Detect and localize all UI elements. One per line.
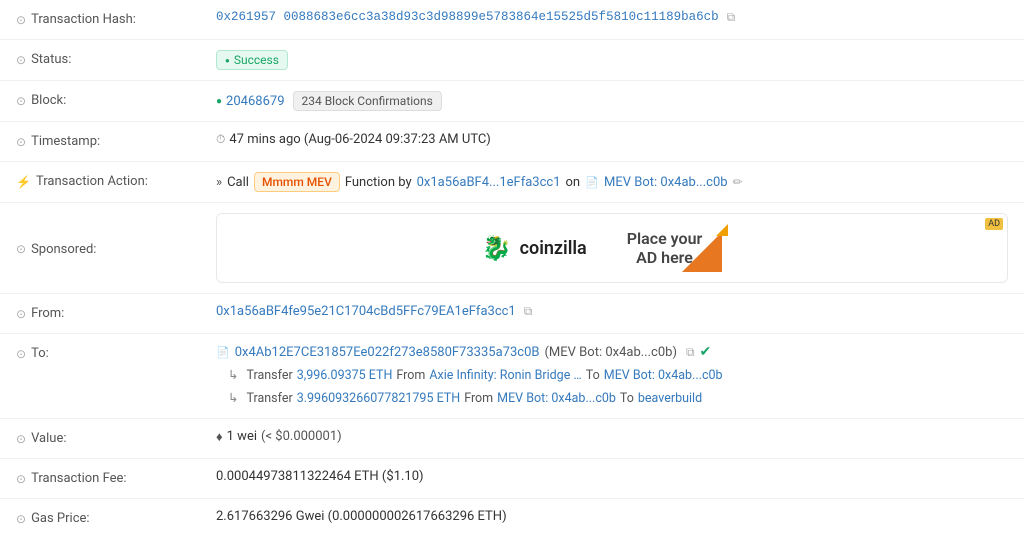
to-value: 📄 0x4Ab12E7CE31857Ee022f273e8580F73335a7…	[216, 344, 1008, 406]
hash-text: 0x261957 0088683e6cc3a38d93c3d98899e5783…	[216, 10, 719, 24]
info-icon-to: ⊙	[16, 347, 26, 361]
action-value: » Call Mmmm MEV Function by 0x1a56aBF4..…	[216, 172, 1008, 192]
block-row: ⊙ Block: 20468679 234 Block Confirmation…	[0, 81, 1024, 122]
edit-icon[interactable]: ✏	[733, 175, 743, 189]
to-label: ⊙ To:	[16, 344, 216, 361]
coin-emoji: 🐉	[482, 234, 512, 262]
info-icon-gas: ⊙	[16, 512, 26, 526]
info-icon: ⊙	[16, 13, 26, 27]
info-icon-val: ⊙	[16, 432, 26, 446]
timestamp-label: ⊙ Timestamp:	[16, 132, 216, 149]
eth-icon: ♦	[216, 429, 223, 445]
transfer1-line: ↳ Transfer 3,996.09375 ETH From Axie Inf…	[216, 367, 1008, 383]
fee-row: ⊙ Transaction Fee: 0.00044973811322464 E…	[0, 459, 1024, 499]
transfer2-line: ↳ Transfer 3.996093266077821795 ETH From…	[216, 390, 1008, 406]
transfer2-to-label: To	[620, 391, 634, 406]
gas-price-text: 2.617663296 Gwei (0.000000002617663296 E…	[216, 509, 507, 524]
transfer2-from-label: From	[464, 391, 493, 406]
from-value: 0x1a56aBF4fe95e21C1704cBd5FFc79EA1eFfa3c…	[216, 304, 1008, 319]
status-label: ⊙ Status:	[16, 50, 216, 67]
fee-value: 0.00044973811322464 ETH ($1.10)	[216, 469, 1008, 484]
from-address-link[interactable]: 0x1a56aBF4fe95e21C1704cBd5FFc79EA1eFfa3c…	[216, 304, 516, 319]
timestamp-text: 47 mins ago (Aug-06-2024 09:37:23 AM UTC…	[229, 132, 490, 147]
value-label: ⊙ Value:	[16, 429, 216, 446]
status-badge: Success	[216, 50, 288, 70]
block-label: ⊙ Block:	[16, 91, 216, 108]
confirmations-badge: 234 Block Confirmations	[293, 91, 442, 111]
copy-from-icon[interactable]: ⧉	[524, 304, 533, 319]
info-icon-fee: ⊙	[16, 472, 26, 486]
mev-badge: Mmmm MEV	[254, 172, 340, 192]
ad-corner-badge: AD	[985, 218, 1003, 230]
function-text: Function by	[345, 175, 412, 190]
info-icon-sp: ⊙	[16, 242, 26, 256]
mev-label: (MEV Bot: 0x4ab...c0b)	[544, 345, 676, 360]
clock-icon: ⏱	[216, 132, 225, 147]
value-row: ⊙ Value: ♦ 1 wei (< $0.000001)	[0, 419, 1024, 459]
brand-text: coinzilla	[520, 238, 587, 259]
transfer2-from-link[interactable]: MEV Bot: 0x4ab...c0b	[497, 391, 616, 406]
transfer2-prefix: Transfer	[246, 391, 292, 406]
transfer2-arrow: ↳	[228, 390, 238, 406]
to-address-link[interactable]: 0x4Ab12E7CE31857Ee022f273e8580F73335a73c…	[235, 345, 540, 360]
action-label: ⚡ Transaction Action:	[16, 172, 216, 189]
action-label-text: Transaction Action:	[36, 174, 148, 189]
transaction-hash-row: ⊙ Transaction Hash: 0x261957 0088683e6cc…	[0, 0, 1024, 40]
from-row: ⊙ From: 0x1a56aBF4fe95e21C1704cBd5FFc79E…	[0, 294, 1024, 334]
fee-text: 0.00044973811322464 ETH ($1.10)	[216, 469, 424, 484]
verified-icon: ✔	[700, 344, 712, 360]
transfer1-amount[interactable]: 3,996.09375 ETH	[297, 368, 393, 383]
transfer1-prefix: Transfer	[246, 368, 292, 383]
block-number-link[interactable]: 20468679	[216, 94, 285, 109]
info-icon-block: ⊙	[16, 94, 26, 108]
transfer1-arrow: ↳	[228, 367, 238, 383]
action-arrow: »	[216, 175, 222, 190]
status-row: ⊙ Status: Success	[0, 40, 1024, 81]
info-icon-ts: ⊙	[16, 135, 26, 149]
from-label: ⊙ From:	[16, 304, 216, 321]
transfer2-to-link[interactable]: beaverbuild	[638, 391, 702, 406]
lightning-icon: ⚡	[16, 175, 31, 189]
contract-icon: 📄	[216, 346, 230, 359]
action-call-text: Call	[227, 175, 249, 190]
gas-price-value: 2.617663296 Gwei (0.000000002617663296 E…	[216, 509, 1008, 524]
block-value: 20468679 234 Block Confirmations	[216, 91, 1008, 111]
to-row: ⊙ To: 📄 0x4Ab12E7CE31857Ee022f273e8580F7…	[0, 334, 1024, 419]
value-amount: 1 wei	[227, 429, 257, 444]
copy-hash-icon[interactable]: ⧉	[727, 10, 736, 25]
transfer1-to-link[interactable]: MEV Bot: 0x4ab...c0b	[604, 368, 723, 383]
transfer2-amount[interactable]: 3.996093266077821795 ETH	[297, 391, 460, 406]
sponsored-value[interactable]: 🐉 coinzilla Place your AD here AD	[216, 213, 1008, 283]
copy-to-icon[interactable]: ⧉	[686, 345, 695, 360]
value-usd: (< $0.000001)	[261, 429, 342, 444]
fee-label: ⊙ Transaction Fee:	[16, 469, 216, 486]
coinzilla-brand: 🐉 coinzilla	[482, 234, 587, 262]
status-value: Success	[216, 50, 1008, 70]
ad-banner[interactable]: 🐉 coinzilla Place your AD here AD	[216, 213, 1008, 283]
info-icon-from: ⊙	[16, 307, 26, 321]
action-on-text: on	[566, 175, 581, 190]
sponsored-row: ⊙ Sponsored: 🐉 coinzilla Place your AD h…	[0, 203, 1024, 294]
document-icon: 📄	[585, 176, 599, 189]
timestamp-value: ⏱ 47 mins ago (Aug-06-2024 09:37:23 AM U…	[216, 132, 1008, 147]
value-value: ♦ 1 wei (< $0.000001)	[216, 429, 1008, 445]
transfer1-from-label: From	[396, 368, 425, 383]
transfer1-from-link[interactable]: Axie Infinity: Ronin Bridge …	[429, 368, 581, 383]
gas-price-label: ⊙ Gas Price:	[16, 509, 216, 526]
gas-price-row: ⊙ Gas Price: 2.617663296 Gwei (0.0000000…	[0, 499, 1024, 539]
transfer1-to-label: To	[586, 368, 600, 383]
action-row: ⚡ Transaction Action: » Call Mmmm MEV Fu…	[0, 162, 1024, 203]
action-from-link[interactable]: 0x1a56aBF4...1eFfa3cc1	[417, 175, 561, 190]
transaction-hash-label: ⊙ Transaction Hash:	[16, 10, 216, 27]
ad-triangle	[682, 232, 722, 272]
mev-bot-link[interactable]: 📄 MEV Bot: 0x4ab...c0b	[585, 175, 727, 190]
transaction-hash-value: 0x261957 0088683e6cc3a38d93c3d98899e5783…	[216, 10, 1008, 25]
info-icon-status: ⊙	[16, 53, 26, 67]
sponsored-label: ⊙ Sponsored:	[16, 240, 216, 257]
timestamp-row: ⊙ Timestamp: ⏱ 47 mins ago (Aug-06-2024 …	[0, 122, 1024, 162]
transaction-detail-panel: ⊙ Transaction Hash: 0x261957 0088683e6cc…	[0, 0, 1024, 539]
